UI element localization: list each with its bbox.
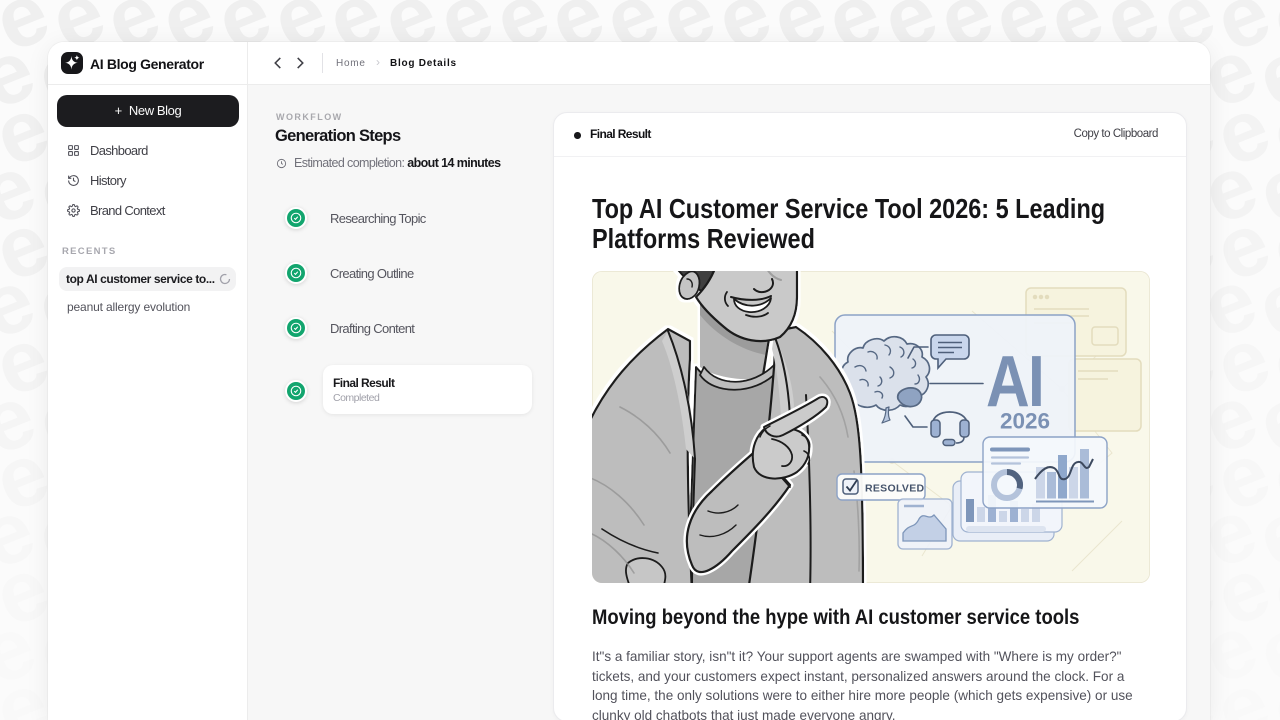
svg-text:RESOLVED: RESOLVED	[865, 483, 924, 495]
svg-text:2026: 2026	[1000, 409, 1050, 434]
